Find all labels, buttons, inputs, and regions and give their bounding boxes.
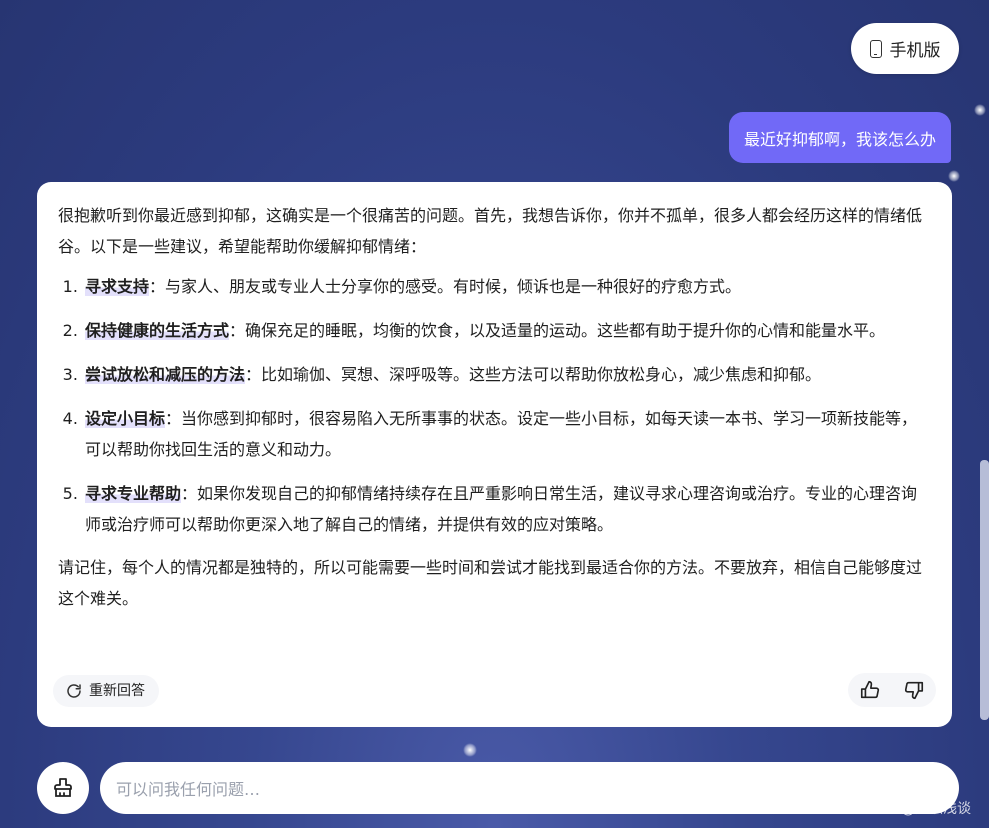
mobile-version-button[interactable]: 手机版 [851, 23, 959, 74]
item-text: ：与家人、朋友或专业人士分享你的感受。有时候，倾诉也是一种很好的疗愈方式。 [149, 277, 742, 296]
list-item: 保持健康的生活方式：确保充足的睡眠，均衡的饮食，以及适量的运动。这些都有助于提升… [83, 315, 932, 346]
item-text: ：比如瑜伽、冥想、深呼吸等。这些方法可以帮助你放松身心，减少焦虑和抑郁。 [245, 365, 822, 384]
item-text: ：确保充足的睡眠，均衡的饮食，以及适量的运动。这些都有助于提升你的心情和能量水平… [229, 321, 886, 340]
decor-dot [974, 104, 986, 116]
thumbs-down-icon [904, 681, 924, 700]
list-item: 尝试放松和减压的方法：比如瑜伽、冥想、深呼吸等。这些方法可以帮助你放松身心，减少… [83, 359, 932, 390]
thumbs-up-icon [860, 680, 880, 699]
item-title: 寻求支持 [85, 277, 150, 296]
suggestion-list: 寻求支持：与家人、朋友或专业人士分享你的感受。有时候，倾诉也是一种很好的疗愈方式… [58, 271, 932, 540]
item-title: 设定小目标 [85, 409, 166, 428]
scrollbar[interactable] [980, 460, 989, 720]
list-item: 设定小目标：当你感到抑郁时，很容易陷入无所事事的状态。设定一些小目标，如每天读一… [83, 403, 932, 465]
mobile-version-label: 手机版 [889, 41, 941, 61]
regenerate-label: 重新回答 [89, 682, 145, 699]
item-text: ：如果你发现自己的抑郁情绪持续存在且严重影响日常生活，建议寻求心理咨询或治疗。专… [85, 484, 918, 534]
chat-input-placeholder: 可以问我任何问题… [116, 780, 261, 799]
thumbs-down-button[interactable] [903, 679, 925, 701]
answer-intro: 很抱歉听到你最近感到抑郁，这确实是一个很痛苦的问题。首先，我想告诉你，你并不孤单… [58, 206, 923, 256]
decor-dot [463, 743, 477, 757]
watermark: CSDN @知识浅谈 [856, 801, 971, 817]
clear-conversation-button[interactable] [37, 762, 89, 814]
user-message-bubble: 最近好抑郁啊，我该怎么办 [728, 112, 951, 163]
thumbs-up-button[interactable] [859, 679, 881, 701]
answer-closing: 请记住，每个人的情况都是独特的，所以可能需要一些时间和尝试才能找到最适合你的方法… [58, 558, 923, 608]
list-item: 寻求支持：与家人、朋友或专业人士分享你的感受。有时候，倾诉也是一种很好的疗愈方式… [83, 271, 932, 302]
answer-card: 很抱歉听到你最近感到抑郁，这确实是一个很痛苦的问题。首先，我想告诉你，你并不孤单… [37, 182, 952, 727]
item-title: 保持健康的生活方式 [85, 321, 230, 340]
regenerate-button[interactable]: 重新回答 [53, 675, 159, 707]
broom-icon [54, 778, 72, 797]
item-text: ：当你感到抑郁时，很容易陷入无所事事的状态。设定一些小目标，如每天读一本书、学习… [85, 409, 918, 459]
decor-dot [948, 170, 960, 182]
list-item: 寻求专业帮助：如果你发现自己的抑郁情绪持续存在且严重影响日常生活，建议寻求心理咨… [83, 478, 932, 540]
chat-input[interactable]: 可以问我任何问题… [100, 762, 959, 814]
item-title: 尝试放松和减压的方法 [85, 365, 246, 384]
refresh-icon [67, 684, 81, 698]
phone-icon [869, 39, 882, 58]
item-title: 寻求专业帮助 [85, 484, 182, 503]
feedback-group [848, 673, 936, 707]
user-message-text: 最近好抑郁啊，我该怎么办 [743, 129, 936, 149]
